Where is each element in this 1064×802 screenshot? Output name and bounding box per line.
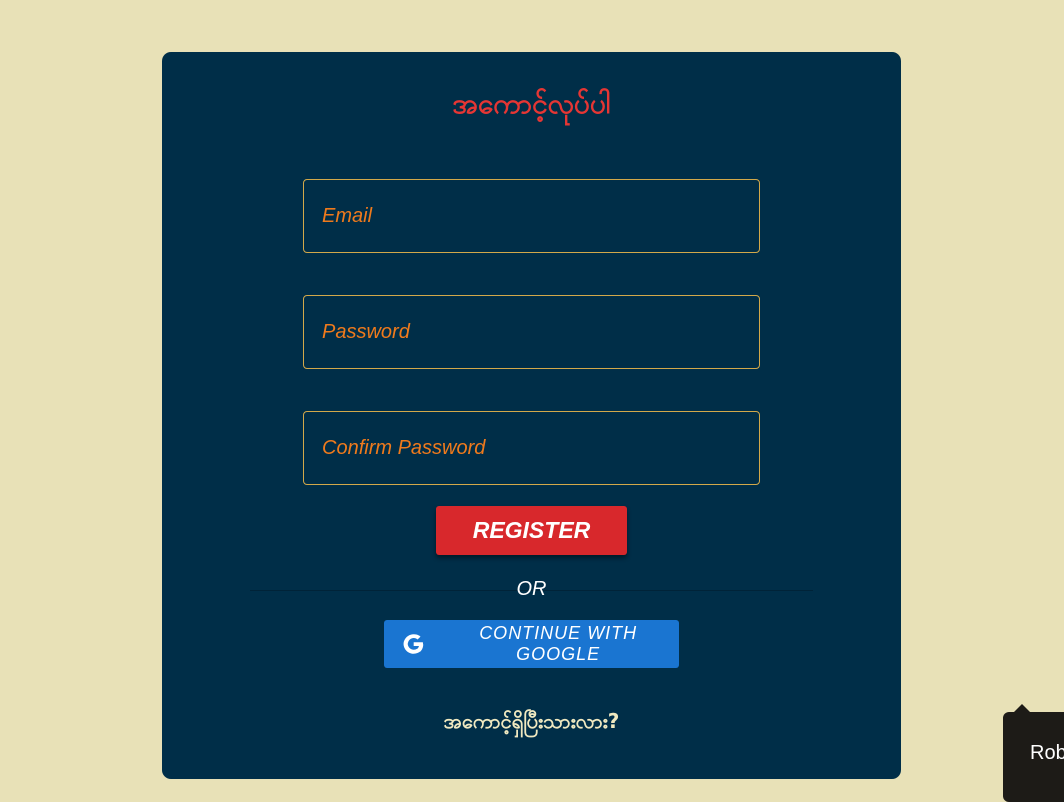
- password-field[interactable]: [303, 295, 760, 369]
- register-button[interactable]: REGISTER: [436, 506, 627, 555]
- confirm-password-input[interactable]: [304, 412, 759, 484]
- confirm-password-field[interactable]: [303, 411, 760, 485]
- chat-widget-tab[interactable]: Rob: [1003, 704, 1064, 802]
- email-field[interactable]: [303, 179, 760, 253]
- form-title: အကောင့်လုပ်ပါ: [452, 87, 611, 120]
- register-card: အကောင့်လုပ်ပါ REGISTER OR CONTINUE WITH …: [162, 52, 901, 779]
- email-input[interactable]: [304, 180, 759, 252]
- continue-with-google-button[interactable]: CONTINUE WITH GOOGLE: [384, 620, 679, 668]
- google-g-icon: [403, 634, 424, 654]
- or-separator: OR: [516, 578, 547, 600]
- login-link[interactable]: အကောင့်ရှိပြီးသားလား?: [162, 708, 901, 738]
- chat-widget-label: Rob: [1030, 742, 1064, 764]
- password-input[interactable]: [304, 296, 759, 368]
- google-button-label: CONTINUE WITH GOOGLE: [479, 623, 638, 664]
